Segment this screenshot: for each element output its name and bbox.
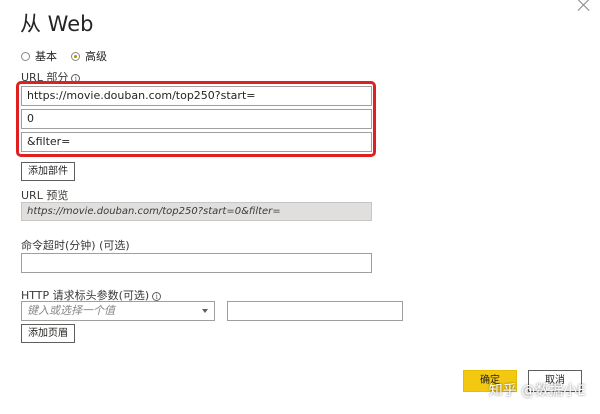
radio-basic[interactable]: [21, 51, 30, 61]
header-name-select[interactable]: 键入或选择一个值: [21, 301, 215, 321]
mode-selector: 基本 高级: [21, 48, 121, 64]
header-name-placeholder: 键入或选择一个值: [27, 304, 115, 317]
url-part-2-input[interactable]: 0: [21, 109, 372, 129]
close-icon[interactable]: [576, 0, 592, 13]
timeout-label: 命令超时(分钟) (可选): [21, 239, 130, 252]
url-part-1-input[interactable]: https://movie.douban.com/top250?start=: [21, 86, 372, 106]
radio-advanced[interactable]: [71, 51, 80, 61]
url-preview-label: URL 预览: [21, 189, 69, 202]
url-preview-field: https://movie.douban.com/top250?start=0&…: [21, 202, 372, 221]
watermark: 知乎 @数据小E: [488, 383, 586, 399]
url-part-3-input[interactable]: &filter=: [21, 132, 372, 152]
radio-advanced-label[interactable]: 高级: [85, 48, 107, 64]
chevron-down-icon[interactable]: [202, 309, 208, 313]
add-header-button[interactable]: 添加页眉: [21, 324, 75, 343]
dialog-title: 从 Web: [20, 12, 94, 36]
timeout-input[interactable]: [21, 253, 372, 273]
radio-basic-label[interactable]: 基本: [35, 48, 57, 64]
info-icon[interactable]: i: [152, 292, 162, 301]
add-part-button[interactable]: 添加部件: [21, 162, 75, 181]
header-value-input[interactable]: [227, 301, 403, 321]
